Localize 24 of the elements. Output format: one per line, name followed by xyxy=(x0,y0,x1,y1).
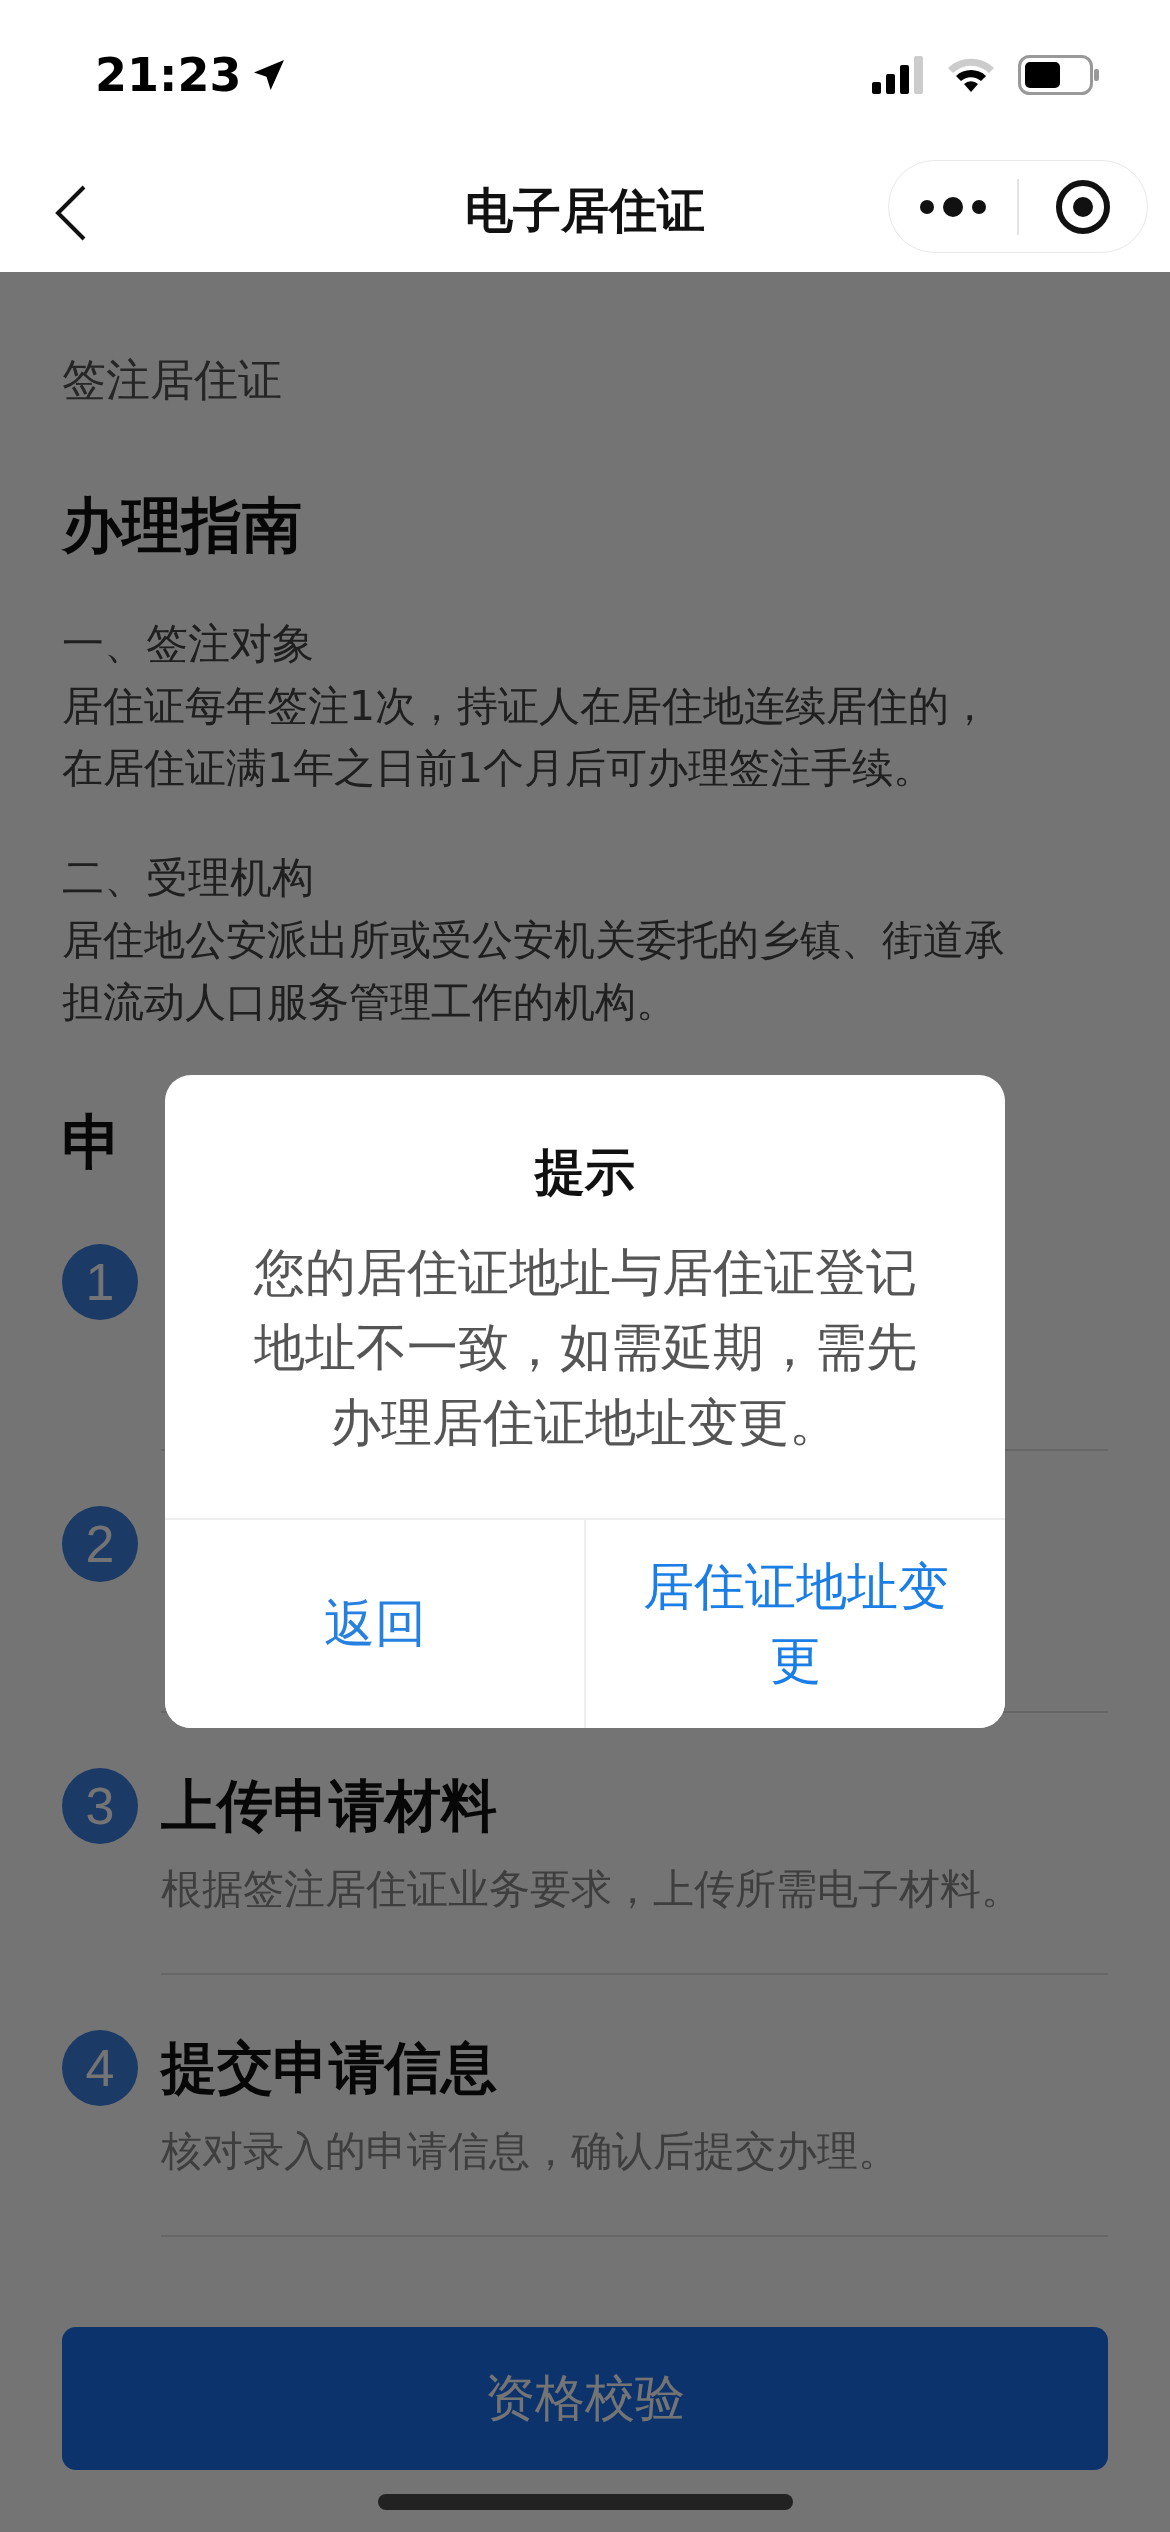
status-time: 21:23 xyxy=(95,48,242,102)
page-title: 电子居住证 xyxy=(465,181,705,240)
dialog-message: 您的居住证地址与居住证登记地址不一致，如需延期，需先办理居住证地址变更。 xyxy=(252,1242,918,1454)
section-heading: 办理指南 xyxy=(62,489,302,562)
guide-paragraph: 居住地公安派出所或受公安机关委托的乡镇、街道承担流动人口服务管理工作的机构。 xyxy=(62,915,1006,1028)
wifi-icon xyxy=(946,56,996,94)
guide-subheading: 二、受理机构 xyxy=(62,852,315,904)
step-title: 提交申请信息 xyxy=(161,2034,498,2102)
section-heading: 申 xyxy=(62,1106,122,1179)
target-icon xyxy=(1054,178,1111,235)
more-icon xyxy=(918,194,989,219)
guide-paragraph: 居住证每年签注1次，持证人在居住地连续居住的，在居住证满1年之日前1个月后可办理签注手续。 xyxy=(62,681,992,794)
change-address-button[interactable]: 居住证地址变更 xyxy=(584,1520,1005,1728)
step-number: 1 xyxy=(62,1244,138,1320)
step-number: 3 xyxy=(62,1768,138,1844)
guide-subheading: 一、签注对象 xyxy=(62,618,315,670)
step-number: 2 xyxy=(62,1506,138,1582)
item-name-value: 签注居住证 xyxy=(62,353,283,407)
qualification-check-button[interactable]: 资格校验 xyxy=(62,2327,1108,2470)
dialog-title: 提示 xyxy=(533,1142,636,1203)
step-title: 上传申请材料 xyxy=(161,1772,498,1840)
battery-icon xyxy=(1018,55,1100,95)
step-number: 4 xyxy=(62,2030,138,2106)
signal-icon xyxy=(872,56,924,94)
